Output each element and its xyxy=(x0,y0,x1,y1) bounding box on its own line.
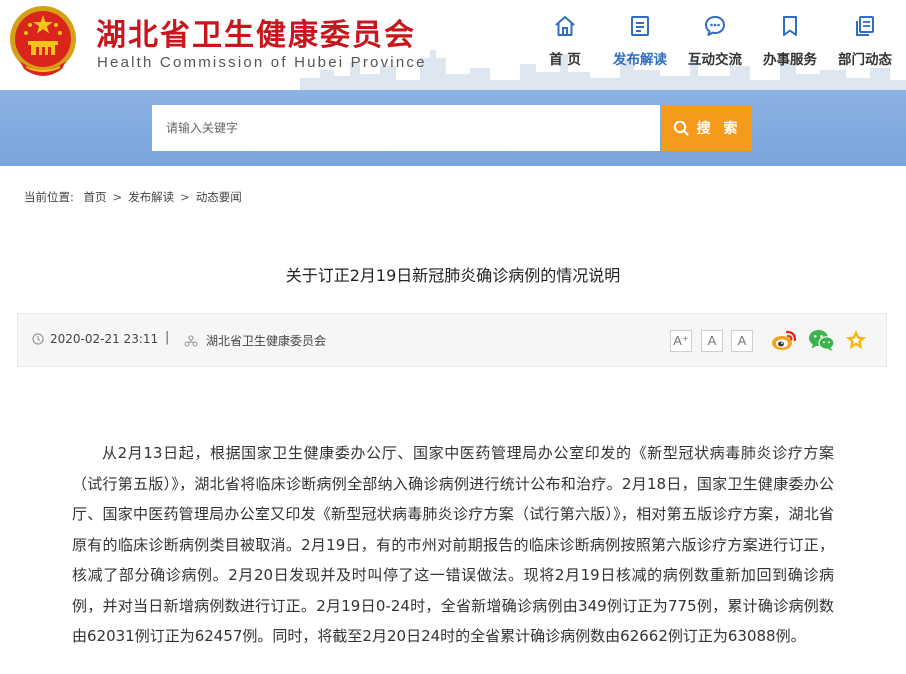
breadcrumb-news[interactable]: 动态要闻 xyxy=(196,190,242,204)
copy-pages-icon xyxy=(856,16,874,36)
breadcrumb-separator: > xyxy=(180,190,190,204)
home-icon xyxy=(555,16,575,36)
article-title: 关于订正2月19日新冠肺炎确诊病例的情况说明 xyxy=(285,266,621,285)
site-title: 湖北省卫生健康委员会 xyxy=(96,18,416,53)
nav-department-label: 部门动态 xyxy=(838,52,892,68)
font-default-button[interactable]: A xyxy=(701,330,723,352)
chat-bubble-icon xyxy=(705,16,725,36)
article-body: 从2月13日起，根据国家卫生健康委办公厅、国家中医药管理局办公室印发的《新型冠状… xyxy=(72,444,834,645)
nav-release-interpretation[interactable]: 发布解读 xyxy=(605,10,675,70)
site-header: 湖北省卫生健康委员会 Health Commission of Hubei Pr… xyxy=(0,0,906,90)
national-emblem-logo xyxy=(10,6,76,76)
font-increase-button[interactable]: A⁺ xyxy=(670,330,692,352)
search-button-label: 搜 索 xyxy=(696,121,742,137)
bookmark-icon xyxy=(783,16,797,36)
nav-services-label: 办事服务 xyxy=(763,52,817,68)
favorite-star-icon[interactable] xyxy=(844,328,868,352)
nav-home-label: 首 页 xyxy=(549,52,581,68)
article-source-text: 湖北省卫生健康委员会 xyxy=(206,334,327,348)
nav-interaction-label: 互动交流 xyxy=(688,52,742,68)
breadcrumb-home[interactable]: 首页 xyxy=(84,190,107,204)
clock-icon xyxy=(32,333,44,345)
weibo-icon[interactable] xyxy=(770,328,798,352)
breadcrumb-separator: > xyxy=(112,190,123,204)
nav-interaction[interactable]: 互动交流 xyxy=(680,10,750,70)
search-icon xyxy=(673,120,689,136)
nav-services[interactable]: 办事服务 xyxy=(755,10,825,70)
breadcrumb-release[interactable]: 发布解读 xyxy=(128,190,174,204)
meta-divider: | xyxy=(165,330,170,345)
font-decrease-button[interactable]: A xyxy=(731,330,753,352)
nav-department-news[interactable]: 部门动态 xyxy=(830,10,900,70)
wechat-icon[interactable] xyxy=(808,328,836,352)
search-button[interactable]: 搜 索 xyxy=(662,105,752,151)
site-subtitle: Health Commission of Hubei Province xyxy=(97,54,427,71)
breadcrumb-prefix: 当前位置: xyxy=(24,190,74,204)
nav-home[interactable]: 首 页 xyxy=(530,10,600,70)
publish-date: 2020-02-21 23:11 xyxy=(32,332,158,346)
search-input[interactable] xyxy=(152,105,660,151)
nav-release-label: 发布解读 xyxy=(613,52,667,68)
document-icon xyxy=(631,16,649,36)
article-meta-bar: 2020-02-21 23:11 | 湖北省卫生健康委员会 A⁺ A A xyxy=(17,313,887,367)
organization-icon xyxy=(184,334,198,347)
breadcrumb: 当前位置: 首页 > 发布解读 > 动态要闻 xyxy=(24,189,242,205)
publish-date-text: 2020-02-21 23:11 xyxy=(50,332,159,346)
article-source: 湖北省卫生健康委员会 xyxy=(184,332,326,349)
